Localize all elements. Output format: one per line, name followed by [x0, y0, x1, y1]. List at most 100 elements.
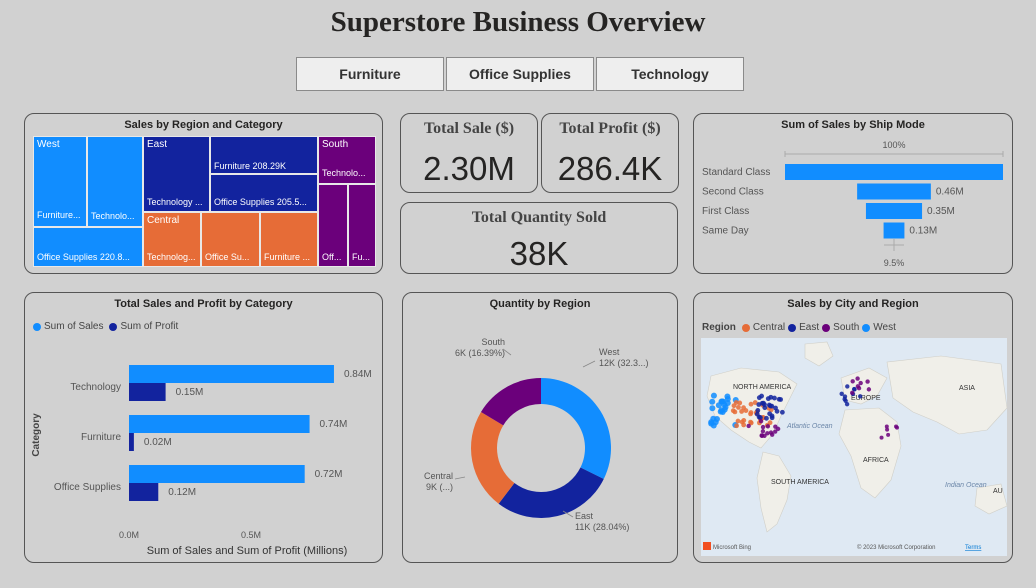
category-bar-chart: Category 0.0M 0.5M Sum of Sales and Sum …	[31, 365, 372, 557]
map-point[interactable]	[759, 400, 765, 406]
category-label-0: Technology	[70, 382, 121, 393]
profit-label-1: 0.02M	[144, 437, 172, 448]
label-aus: AU	[993, 488, 1003, 495]
treemap-west-office[interactable]: Office Supplies 220.8...	[33, 227, 143, 267]
map-point[interactable]	[756, 395, 762, 401]
map-point[interactable]	[735, 418, 741, 424]
slicer-furniture-button[interactable]: Furniture	[296, 57, 444, 91]
map-point[interactable]	[858, 380, 863, 386]
map-point[interactable]	[760, 424, 766, 430]
map-point[interactable]	[710, 392, 717, 399]
map-point[interactable]	[739, 409, 745, 414]
treemap-south-office[interactable]: Off...	[318, 184, 348, 267]
map-point[interactable]	[856, 385, 862, 391]
profit-bar-2[interactable]	[129, 483, 159, 501]
donut-slice-west[interactable]	[541, 378, 611, 479]
map-point[interactable]	[855, 376, 860, 381]
map-point[interactable]	[730, 408, 736, 414]
map-point[interactable]	[734, 423, 739, 429]
map-point[interactable]	[764, 415, 769, 421]
map-point[interactable]	[719, 398, 726, 405]
funnel-bar-2[interactable]	[865, 203, 923, 219]
total-sale-card: Total Sale ($) 2.30M	[400, 113, 538, 193]
slicer-technology-button[interactable]: Technology	[596, 57, 744, 91]
map-point[interactable]	[765, 396, 771, 402]
map-point[interactable]	[768, 430, 774, 435]
map-point[interactable]	[755, 408, 761, 413]
map-point[interactable]	[758, 419, 764, 424]
treemap-east-office[interactable]: Office Supplies 205.5...	[210, 174, 318, 212]
map-point[interactable]	[866, 387, 872, 392]
treemap-west-furniture[interactable]: Furniture...	[33, 208, 87, 227]
map-point[interactable]	[748, 401, 754, 407]
map-point[interactable]	[776, 396, 782, 402]
funnel-bar-3[interactable]	[883, 222, 905, 239]
legend-central-dot	[741, 323, 750, 332]
map-point[interactable]	[850, 390, 855, 396]
treemap-south-furniture[interactable]: Fu...	[348, 184, 376, 267]
map-point[interactable]	[709, 398, 716, 405]
map-point[interactable]	[760, 429, 766, 434]
map-point[interactable]	[748, 410, 754, 415]
sales-label-2: 0.72M	[315, 469, 343, 480]
map-point[interactable]	[717, 408, 724, 415]
map-point[interactable]	[733, 400, 739, 405]
treemap-east-furniture[interactable]: Furniture 208.29K	[210, 136, 318, 174]
map-point[interactable]	[894, 424, 899, 429]
map-point[interactable]	[709, 405, 716, 412]
map-point[interactable]	[759, 433, 765, 439]
donut-leader-2	[454, 476, 466, 480]
sales-bar-0[interactable]	[129, 365, 334, 383]
donut-slice-central[interactable]	[471, 411, 515, 504]
slicer-office-supplies-button[interactable]: Office Supplies	[446, 57, 594, 91]
treemap-central-office[interactable]: Office Su...	[201, 212, 260, 267]
sales-bar-2[interactable]	[129, 465, 305, 483]
profit-bar-0[interactable]	[129, 383, 166, 401]
map-point[interactable]	[765, 431, 770, 436]
map-point[interactable]	[857, 394, 863, 399]
treemap-south-technology[interactable]: Technolo...	[318, 166, 376, 184]
treemap-central-furniture[interactable]: Furniture ...	[260, 212, 318, 267]
map-point[interactable]	[844, 401, 850, 407]
label-north-america: NORTH AMERICA	[733, 384, 792, 391]
map-point[interactable]	[850, 379, 855, 384]
funnel-category-2: First Class	[702, 206, 749, 217]
sales-bar-1[interactable]	[129, 415, 310, 433]
map-point[interactable]	[739, 419, 745, 425]
treemap-central-technology[interactable]: Technolog...	[143, 250, 201, 267]
map-point[interactable]	[772, 395, 777, 401]
legend-south-dot	[822, 323, 831, 332]
legend-west-dot	[862, 323, 871, 332]
map-point[interactable]	[884, 424, 889, 429]
legend-central: Central	[752, 322, 786, 333]
profit-bar-1[interactable]	[129, 433, 134, 451]
map-point[interactable]	[779, 409, 785, 415]
donut-label-name-1: East	[575, 511, 594, 521]
map-point[interactable]	[865, 379, 870, 384]
map-point[interactable]	[886, 432, 891, 437]
map-point[interactable]	[743, 408, 749, 413]
map-point[interactable]	[767, 411, 773, 417]
total-profit-value: 286.4K	[557, 150, 663, 187]
treemap-east-technology[interactable]: Technology ...	[143, 195, 210, 212]
map-point[interactable]	[879, 435, 884, 440]
map-point[interactable]	[746, 423, 751, 429]
map-point[interactable]	[845, 384, 850, 389]
funnel-bar-1[interactable]	[857, 183, 931, 200]
map-terms-link[interactable]: Terms	[965, 545, 981, 551]
map-point[interactable]	[736, 404, 741, 410]
funnel-value-label-2: 0.35M	[927, 206, 955, 217]
map-title: Sales by City and Region	[787, 298, 919, 310]
funnel-bar-0[interactable]	[785, 164, 1003, 180]
map-point[interactable]	[765, 424, 771, 429]
world-map[interactable]: NORTH AMERICA EUROPE ASIA AFRICA SOUTH A…	[701, 338, 1007, 556]
map-point[interactable]	[773, 429, 778, 434]
total-profit-card: Total Profit ($) 286.4K	[541, 113, 679, 193]
map-point[interactable]	[769, 415, 775, 421]
legend-west: West	[873, 322, 896, 333]
donut-label-value-1: 11K (28.04%)	[575, 522, 629, 532]
map-point[interactable]	[712, 419, 719, 426]
treemap-west-technology[interactable]: Technolo...	[87, 136, 143, 227]
map-point[interactable]	[839, 391, 844, 396]
map-point[interactable]	[773, 405, 778, 411]
